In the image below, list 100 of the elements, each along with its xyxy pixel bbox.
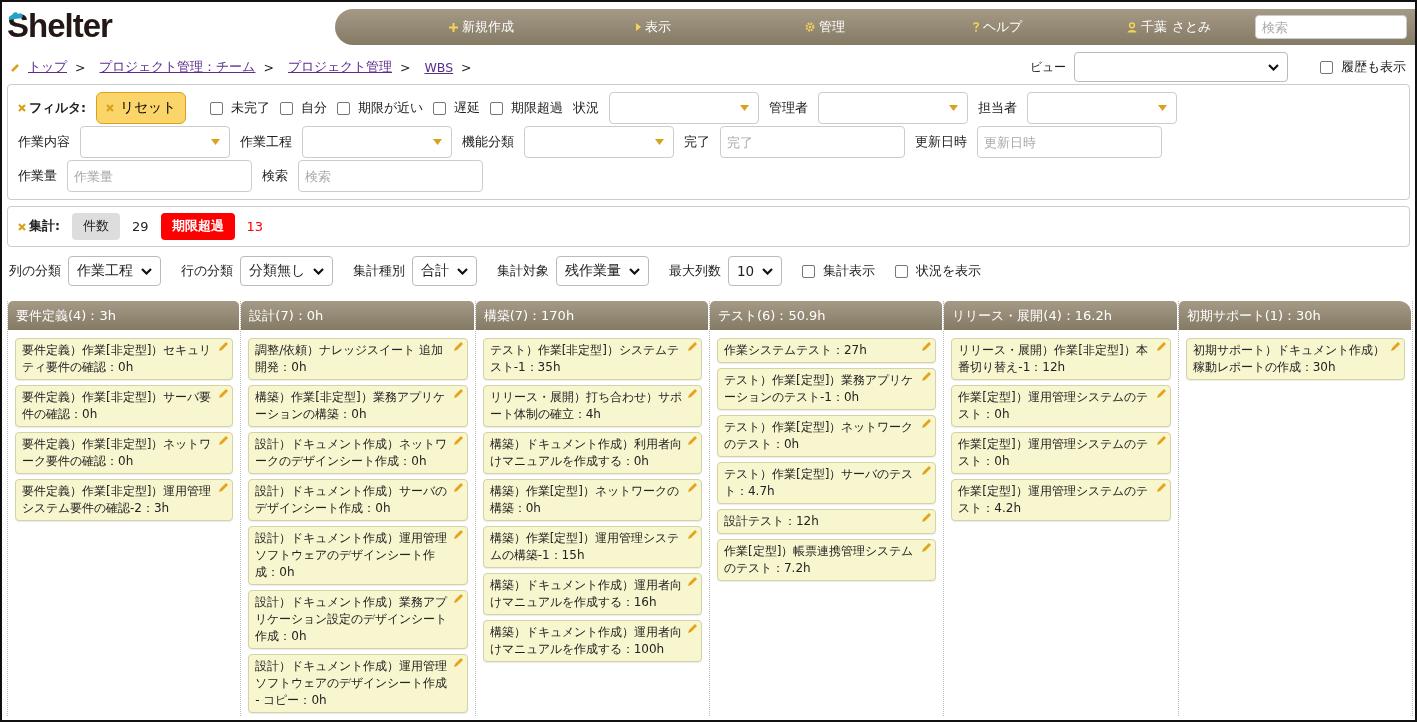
option-select[interactable]: 10	[728, 256, 783, 286]
dropdown-field[interactable]	[818, 92, 968, 124]
dropdown-field[interactable]	[302, 126, 452, 158]
pencil-icon[interactable]	[452, 388, 464, 399]
pencil-icon[interactable]	[1390, 341, 1401, 352]
field-label: 更新日時	[915, 133, 967, 151]
option-select[interactable]: 作業工程	[68, 256, 161, 286]
option-select[interactable]: 分類無し	[240, 256, 333, 286]
breadcrumb-link[interactable]: プロジェクト管理：チーム	[99, 58, 256, 76]
task-card[interactable]: 構築）作業[定型]）ネットワークの構築：0h	[482, 479, 702, 521]
chevron-icon	[457, 267, 468, 275]
task-card[interactable]: 作業[定型]）運用管理システムのテスト：0h	[951, 432, 1171, 474]
task-card[interactable]: 構築）ドキュメント作成）運用者向けマニュアルを作成する：16h	[482, 573, 702, 615]
input-field[interactable]: 完了	[720, 126, 905, 158]
pencil-icon[interactable]	[921, 512, 933, 523]
task-card[interactable]: 作業[定型]）運用管理システムのテスト：0h	[951, 385, 1171, 427]
option-label: 列の分類	[9, 262, 61, 280]
checkbox[interactable]	[280, 101, 293, 115]
checkbox[interactable]	[433, 101, 446, 115]
input-field[interactable]: 更新日時	[977, 126, 1162, 158]
pencil-icon[interactable]	[687, 341, 698, 352]
checkbox[interactable]	[490, 101, 503, 115]
breadcrumb-link[interactable]: WBS	[424, 59, 454, 75]
pencil-icon[interactable]	[452, 341, 464, 352]
option-select[interactable]: 残作業量	[556, 256, 649, 286]
task-card[interactable]: リリース・展開）打ち合わせ）サポート体制の確立：4h	[482, 385, 702, 427]
task-card[interactable]: 設計）ドキュメント作成）運用管理ソフトウェアのデザインシート作成 - コピー：0h	[248, 654, 468, 713]
dropdown-field[interactable]	[80, 126, 230, 158]
pencil-icon[interactable]	[687, 388, 698, 399]
view-select[interactable]	[1074, 52, 1288, 82]
pencil-icon[interactable]	[452, 593, 464, 604]
overdue-value: 13	[246, 219, 264, 234]
pencil-icon[interactable]	[921, 418, 933, 429]
chevron-icon	[1268, 63, 1279, 71]
field-label: 担当者	[978, 99, 1017, 117]
pencil-icon[interactable]	[921, 371, 933, 382]
task-card[interactable]: 構築）作業[非定型]）業務アプリケーションの構築：0h	[248, 385, 468, 427]
task-card[interactable]: テスト）作業[定型]）業務アプリケーションのテスト-1：0h	[717, 368, 937, 410]
checkbox[interactable]	[337, 101, 350, 115]
pencil-icon[interactable]	[1155, 341, 1167, 352]
task-card[interactable]: テスト）作業[定型]）ネットワークのテスト：0h	[717, 415, 937, 457]
checkbox[interactable]	[802, 264, 816, 278]
breadcrumb-separator: >	[263, 59, 274, 75]
pencil-icon[interactable]	[687, 623, 698, 634]
task-card[interactable]: 作業[定型]）帳票連携管理システムのテスト：7.2h	[717, 539, 937, 581]
task-card[interactable]: 要件定義）作業[非定型]）サーバ要件の確認：0h	[15, 385, 234, 427]
task-card[interactable]: 初期サポート）ドキュメント作成）稼動レポートの作成：30h	[1185, 338, 1405, 380]
task-card[interactable]: 調整/依頼）ナレッジスイート 追加開発：0h	[248, 338, 468, 380]
task-card[interactable]: 設計）ドキュメント作成）運用管理ソフトウェアのデザインシート作成：0h	[248, 526, 468, 585]
chevron-icon	[629, 267, 640, 275]
column-header: リリース・展開(4)：16.2h	[944, 301, 1177, 330]
task-card[interactable]: 設計）ドキュメント作成）サーバのデザインシート作成：0h	[248, 479, 468, 521]
pencil-icon[interactable]	[452, 435, 464, 446]
breadcrumb-link[interactable]: プロジェクト管理	[287, 58, 392, 76]
task-card[interactable]: 作業システムテスト：27h	[717, 338, 937, 363]
dropdown-field[interactable]	[524, 126, 674, 158]
task-card[interactable]: リリース・展開）作業[非定型]）本番切り替え-1：12h	[951, 338, 1171, 380]
pencil-icon[interactable]	[1155, 388, 1167, 399]
checkbox[interactable]	[895, 264, 909, 278]
dropdown-field[interactable]	[609, 92, 759, 124]
pencil-icon[interactable]	[687, 482, 698, 493]
pencil-icon[interactable]	[921, 465, 933, 476]
pencil-icon[interactable]	[687, 576, 698, 587]
caret-icon	[1158, 105, 1167, 111]
task-card[interactable]: 構築）ドキュメント作成）運用者向けマニュアルを作成する：100h	[482, 620, 702, 662]
task-card[interactable]: 設計テスト：12h	[717, 509, 937, 534]
task-card[interactable]: 構築）作業[定型]）運用管理システムの構築-1：15h	[482, 526, 702, 568]
pencil-icon[interactable]	[687, 435, 698, 446]
task-card[interactable]: 作業[定型]）運用管理システムのテスト：4.2h	[951, 479, 1171, 521]
checkbox[interactable]	[1320, 60, 1333, 74]
triangle-icon	[635, 23, 641, 31]
pencil-icon[interactable]	[218, 388, 230, 399]
dropdown-field[interactable]	[1027, 92, 1177, 124]
pencil-icon[interactable]	[218, 341, 230, 352]
pencil-icon[interactable]	[452, 657, 464, 668]
pencil-icon[interactable]	[921, 341, 933, 352]
task-card[interactable]: 要件定義）作業[非定型]）運用管理システム要件の確認-2：3h	[15, 479, 234, 521]
checkbox[interactable]	[210, 101, 223, 115]
task-card[interactable]: テスト）作業[定型]）サーバのテスト：4.7h	[717, 462, 937, 504]
pencil-icon[interactable]	[921, 542, 933, 553]
task-card[interactable]: 設計）ドキュメント作成）ネットワークのデザインシート作成：0h	[248, 432, 468, 474]
task-card[interactable]: 要件定義）作業[非定型]）セキュリティ要件の確認：0h	[15, 338, 234, 380]
reset-button[interactable]: リセット	[96, 92, 186, 124]
user-icon	[1127, 21, 1138, 33]
option-select[interactable]: 合計	[412, 256, 477, 286]
pencil-icon[interactable]	[452, 529, 464, 540]
search-field[interactable]: 検索	[1255, 15, 1407, 39]
pencil-icon[interactable]	[452, 482, 464, 493]
pencil-icon[interactable]	[1155, 482, 1167, 493]
task-card[interactable]: テスト）作業[非定型]）システムテスト-1：35h	[482, 338, 702, 380]
pencil-icon[interactable]	[218, 435, 230, 446]
task-card[interactable]: 設計）ドキュメント作成）業務アプリケーション設定のデザインシート作成：0h	[248, 590, 468, 649]
input-field[interactable]: 検索	[298, 160, 483, 192]
task-card[interactable]: 要件定義）作業[非定型]）ネットワーク要件の確認：0h	[15, 432, 234, 474]
pencil-icon[interactable]	[218, 482, 230, 493]
breadcrumb-link[interactable]: トップ	[28, 58, 67, 76]
input-field[interactable]: 作業量	[67, 160, 252, 192]
pencil-icon[interactable]	[687, 529, 698, 540]
pencil-icon[interactable]	[1155, 435, 1167, 446]
task-card[interactable]: 構築）ドキュメント作成）利用者向けマニュアルを作成する：0h	[482, 432, 702, 474]
